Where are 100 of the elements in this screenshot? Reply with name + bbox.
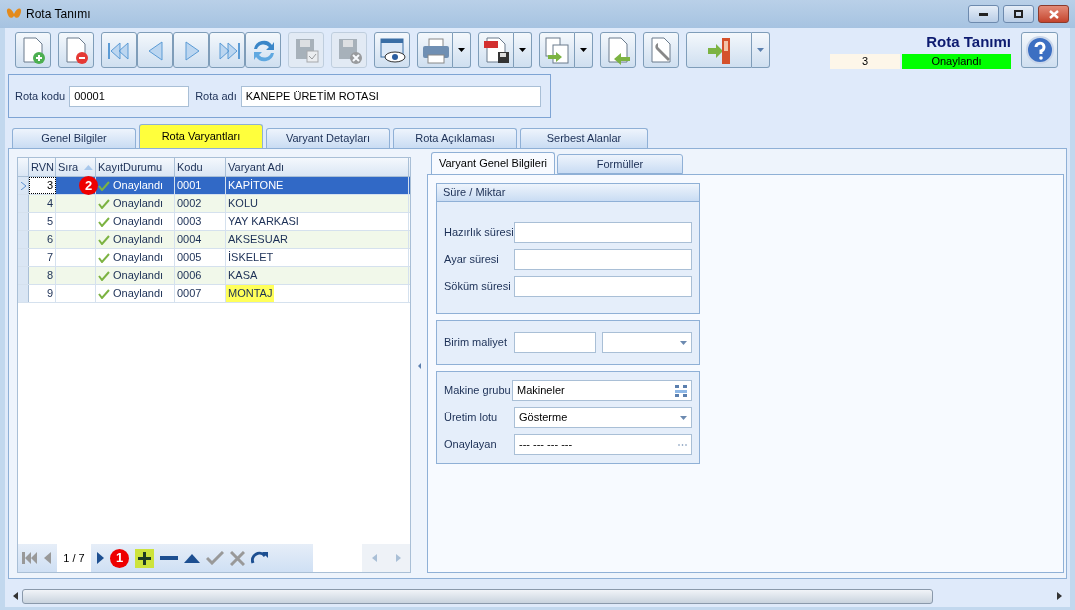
scroll-left-icon[interactable] xyxy=(13,592,18,600)
text-field[interactable]: --- --- --- --- xyxy=(514,434,692,455)
table-cell-text: KOLU xyxy=(227,196,259,212)
table-cell: 7 xyxy=(29,249,56,266)
check-icon xyxy=(98,252,110,263)
tab[interactable]: Rota Varyantları xyxy=(139,124,263,148)
grid-row[interactable]: 4 Onaylandı 0002 KOLU xyxy=(18,195,410,213)
field-label: Hazırlık süresi xyxy=(444,225,514,241)
text-field[interactable] xyxy=(514,332,596,353)
grid-row[interactable]: 7 Onaylandı 0005 İSKELET xyxy=(18,249,410,267)
table-cell-text: İSKELET xyxy=(227,250,275,266)
up-triangle-icon[interactable] xyxy=(184,553,200,563)
table-cell: 9 xyxy=(29,285,56,302)
minimize-icon xyxy=(979,12,988,16)
close-button[interactable] xyxy=(1038,5,1069,23)
table-cell: 0003 xyxy=(175,213,226,230)
tab[interactable]: Rota Açıklaması xyxy=(393,128,517,148)
caret-icon xyxy=(519,48,526,52)
status-text: Onaylandı xyxy=(113,196,164,212)
tab[interactable]: Varyant Detayları xyxy=(266,128,390,148)
tab[interactable]: Serbest Alanlar xyxy=(520,128,648,148)
documents-arrow-icon xyxy=(542,35,572,65)
caret-icon xyxy=(757,48,764,52)
tree-icon xyxy=(675,384,687,397)
next-icon[interactable] xyxy=(97,552,104,564)
column-header[interactable]: Kodu xyxy=(175,158,226,176)
help-button[interactable] xyxy=(1021,32,1058,68)
column-header[interactable]: RVNı xyxy=(29,158,56,176)
status-text: Onaylandı xyxy=(113,250,164,266)
text-field[interactable] xyxy=(514,222,692,243)
row-indicator[interactable] xyxy=(18,231,29,248)
grid-row[interactable]: 6 Onaylandı 0004 AKSESUAR xyxy=(18,231,410,249)
tab[interactable]: Genel Bilgiler xyxy=(12,128,136,148)
column-header[interactable]: Sıra xyxy=(56,158,96,176)
table-cell-text: KASA xyxy=(227,268,259,284)
close-icon[interactable] xyxy=(230,550,245,566)
row-indicator[interactable] xyxy=(18,285,29,302)
table-cell: 0001 xyxy=(175,177,226,194)
tab[interactable]: Formüller xyxy=(557,154,683,174)
previous-icon[interactable] xyxy=(44,552,51,564)
caret-icon xyxy=(580,48,587,52)
dropdown-button[interactable] xyxy=(575,32,593,68)
grid-row[interactable]: 5 Onaylandı 0003 YAY KARKASI xyxy=(18,213,410,231)
row-indicator[interactable] xyxy=(18,267,29,284)
table-cell: 3 xyxy=(29,177,56,194)
table-cell: 5 xyxy=(29,213,56,230)
status-text: Onaylandı xyxy=(113,178,164,194)
text-field[interactable] xyxy=(514,249,692,270)
toolbar-button[interactable] xyxy=(478,32,514,68)
column-header[interactable]: KayıtDurumu xyxy=(96,158,175,176)
text-field[interactable]: KANEPE ÜRETİM ROTASI xyxy=(240,85,541,107)
row-indicator[interactable] xyxy=(18,195,29,212)
maximize-icon xyxy=(1014,10,1023,18)
field-label: Birim maliyet xyxy=(444,335,508,351)
row-indicator[interactable] xyxy=(18,249,29,266)
add-icon[interactable] xyxy=(135,548,154,568)
field-label: Makine grubu xyxy=(444,383,512,399)
dropdown-button[interactable] xyxy=(453,32,471,68)
dropdown-field[interactable]: Gösterme xyxy=(514,407,692,428)
text-field[interactable]: Makineler xyxy=(512,380,692,401)
text-field[interactable]: 00001 xyxy=(69,85,190,107)
ellipsis-icon xyxy=(678,443,687,446)
check-icon[interactable] xyxy=(206,551,224,565)
row-indicator[interactable] xyxy=(18,213,29,230)
field-label: Üretim lotu xyxy=(444,410,499,426)
table-cell-text: KAPİTONE xyxy=(227,178,285,194)
dropdown-field[interactable] xyxy=(602,332,692,353)
check-icon xyxy=(98,234,110,245)
horizontal-scrollbar[interactable] xyxy=(22,588,933,604)
table-cell: 0005 xyxy=(175,249,226,266)
field-label: Ayar süresi xyxy=(444,252,500,268)
dropdown-button[interactable] xyxy=(514,32,532,68)
grid-row[interactable]: 9 Onaylandı 0007 MONTAJ xyxy=(18,285,410,303)
redo-icon[interactable] xyxy=(251,551,269,565)
caret-icon xyxy=(680,415,687,420)
sort-arrow-icon xyxy=(84,164,93,170)
table-cell: MONTAJ xyxy=(226,285,275,302)
splitter-arrow-icon[interactable] xyxy=(417,363,421,369)
check-icon xyxy=(98,198,110,209)
window-title: Rota Tanımı xyxy=(26,6,91,23)
tab[interactable]: Varyant Genel Bilgileri xyxy=(431,152,555,174)
grid-row[interactable]: 8 Onaylandı 0006 KASA xyxy=(18,267,410,285)
text-field[interactable] xyxy=(514,276,692,297)
butterfly-icon xyxy=(6,7,22,21)
status-text: Onaylandı xyxy=(113,268,164,284)
form-title: Rota Tanımı xyxy=(926,32,1011,53)
printer-icon xyxy=(420,35,450,65)
table-cell: 0002 xyxy=(175,195,226,212)
table-cell-text: YAY KARKASI xyxy=(227,214,300,230)
check-icon xyxy=(98,216,110,227)
column-header[interactable]: Varyant Adı xyxy=(226,158,409,176)
minimize-button[interactable] xyxy=(968,5,999,23)
record-number: 3 xyxy=(830,53,900,69)
first-icon[interactable] xyxy=(22,552,38,564)
row-indicator[interactable] xyxy=(18,177,29,194)
scroll-right-icon[interactable] xyxy=(1057,592,1062,600)
table-cell: 4 xyxy=(29,195,56,212)
check-icon xyxy=(98,180,110,191)
maximize-button[interactable] xyxy=(1003,5,1034,23)
toolbar-button[interactable] xyxy=(374,32,410,68)
